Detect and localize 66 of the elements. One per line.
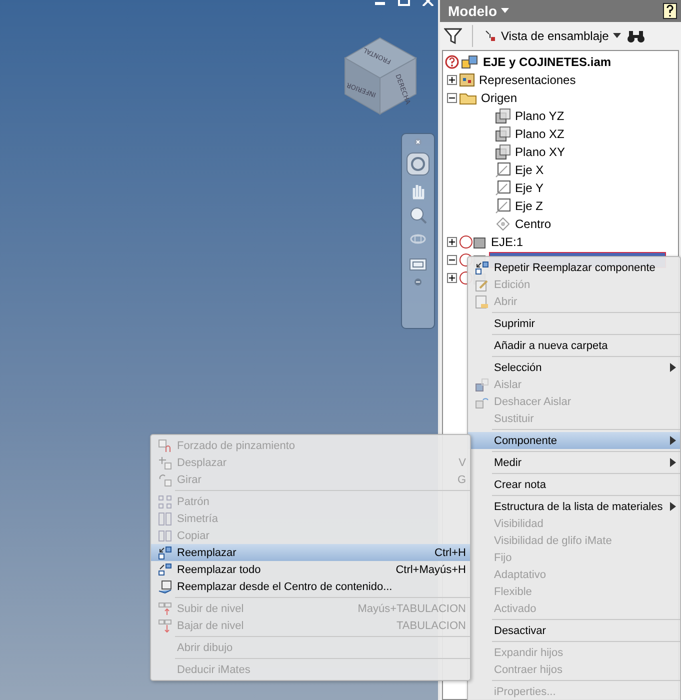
help-status-icon [445, 55, 459, 69]
tree-item[interactable]: Centro [513, 217, 554, 231]
move-icon [158, 456, 172, 470]
menu-item[interactable]: Estructura de la lista de materiales [468, 498, 680, 515]
representations-icon [459, 72, 475, 88]
menu-item[interactable]: Componente [468, 432, 680, 449]
point-icon [495, 216, 511, 232]
plane-icon [495, 126, 511, 142]
menu-item[interactable]: Medir [468, 454, 680, 471]
replace-icon [158, 546, 172, 560]
tree-item[interactable]: Plano XZ [513, 127, 566, 141]
tree-item[interactable]: Eje Z [513, 199, 546, 213]
tree-item[interactable]: Eje Y [513, 181, 546, 195]
close-icon[interactable] [414, 138, 422, 146]
axis-icon [495, 180, 511, 196]
axis-icon [495, 162, 511, 178]
hierarchy-icon [483, 29, 497, 43]
part-icon [459, 234, 487, 250]
tree-item[interactable]: Plano XY [513, 145, 568, 159]
promote-icon [158, 602, 172, 616]
expand-icon[interactable] [447, 237, 457, 247]
menu-item[interactable]: Reemplazar desde el Centro de contenido... [151, 578, 470, 595]
tree-item[interactable]: Eje X [513, 163, 546, 177]
open-file-icon [475, 294, 489, 308]
browser-title[interactable]: Modelo [448, 3, 497, 19]
tree-item[interactable]: Origen [479, 91, 520, 105]
dropdown-caret-icon[interactable] [501, 8, 509, 14]
plane-icon [495, 144, 511, 160]
steering-wheel-icon[interactable] [406, 152, 430, 176]
plane-icon [495, 108, 511, 124]
menu-item[interactable]: Suprimir [468, 315, 680, 332]
binoculars-icon[interactable] [626, 29, 645, 43]
tree-item[interactable]: Plano YZ [513, 109, 566, 123]
menu-item[interactable]: Crear nota [468, 476, 680, 493]
content-center-icon [158, 580, 172, 594]
pencil-icon [475, 278, 489, 292]
dropdown-caret-icon [612, 33, 621, 39]
view-dropdown[interactable]: Vista de ensamblaje [483, 29, 621, 43]
menu-item[interactable]: Selección [468, 359, 680, 376]
replace-icon [475, 260, 489, 274]
pattern-icon [158, 494, 172, 508]
expand-icon[interactable] [447, 75, 457, 85]
demote-icon [158, 618, 172, 632]
collapse-icon[interactable] [447, 93, 457, 103]
menu-item[interactable]: Repetir Reemplazar componente [468, 259, 680, 276]
copy-icon [158, 528, 172, 542]
expand-icon[interactable] [447, 273, 457, 283]
isolate-icon [475, 378, 489, 392]
customize-icon[interactable] [414, 278, 422, 286]
menu-item[interactable]: Reemplazar Ctrl+H [151, 544, 470, 561]
filter-icon[interactable] [444, 28, 462, 44]
mirror-icon [158, 512, 172, 526]
assembly-icon [461, 54, 479, 70]
menu-item[interactable]: Añadir a nueva carpeta [468, 337, 680, 354]
help-icon[interactable] [663, 3, 677, 19]
tree-item[interactable]: EJE:1 [489, 235, 526, 249]
menu-item[interactable]: Desactivar [468, 622, 680, 639]
zoom-icon[interactable] [409, 206, 427, 224]
axis-icon [495, 198, 511, 214]
collapse-icon[interactable] [447, 255, 457, 265]
snap-icon [158, 438, 172, 452]
tree-item[interactable]: Representaciones [477, 73, 578, 87]
rotate-icon [158, 472, 172, 486]
tree-item[interactable]: EJE y COJINETES.iam [481, 55, 614, 69]
menu-item[interactable]: Reemplazar todo Ctrl+Mayús+H [151, 561, 470, 578]
replace-all-icon [158, 562, 172, 576]
